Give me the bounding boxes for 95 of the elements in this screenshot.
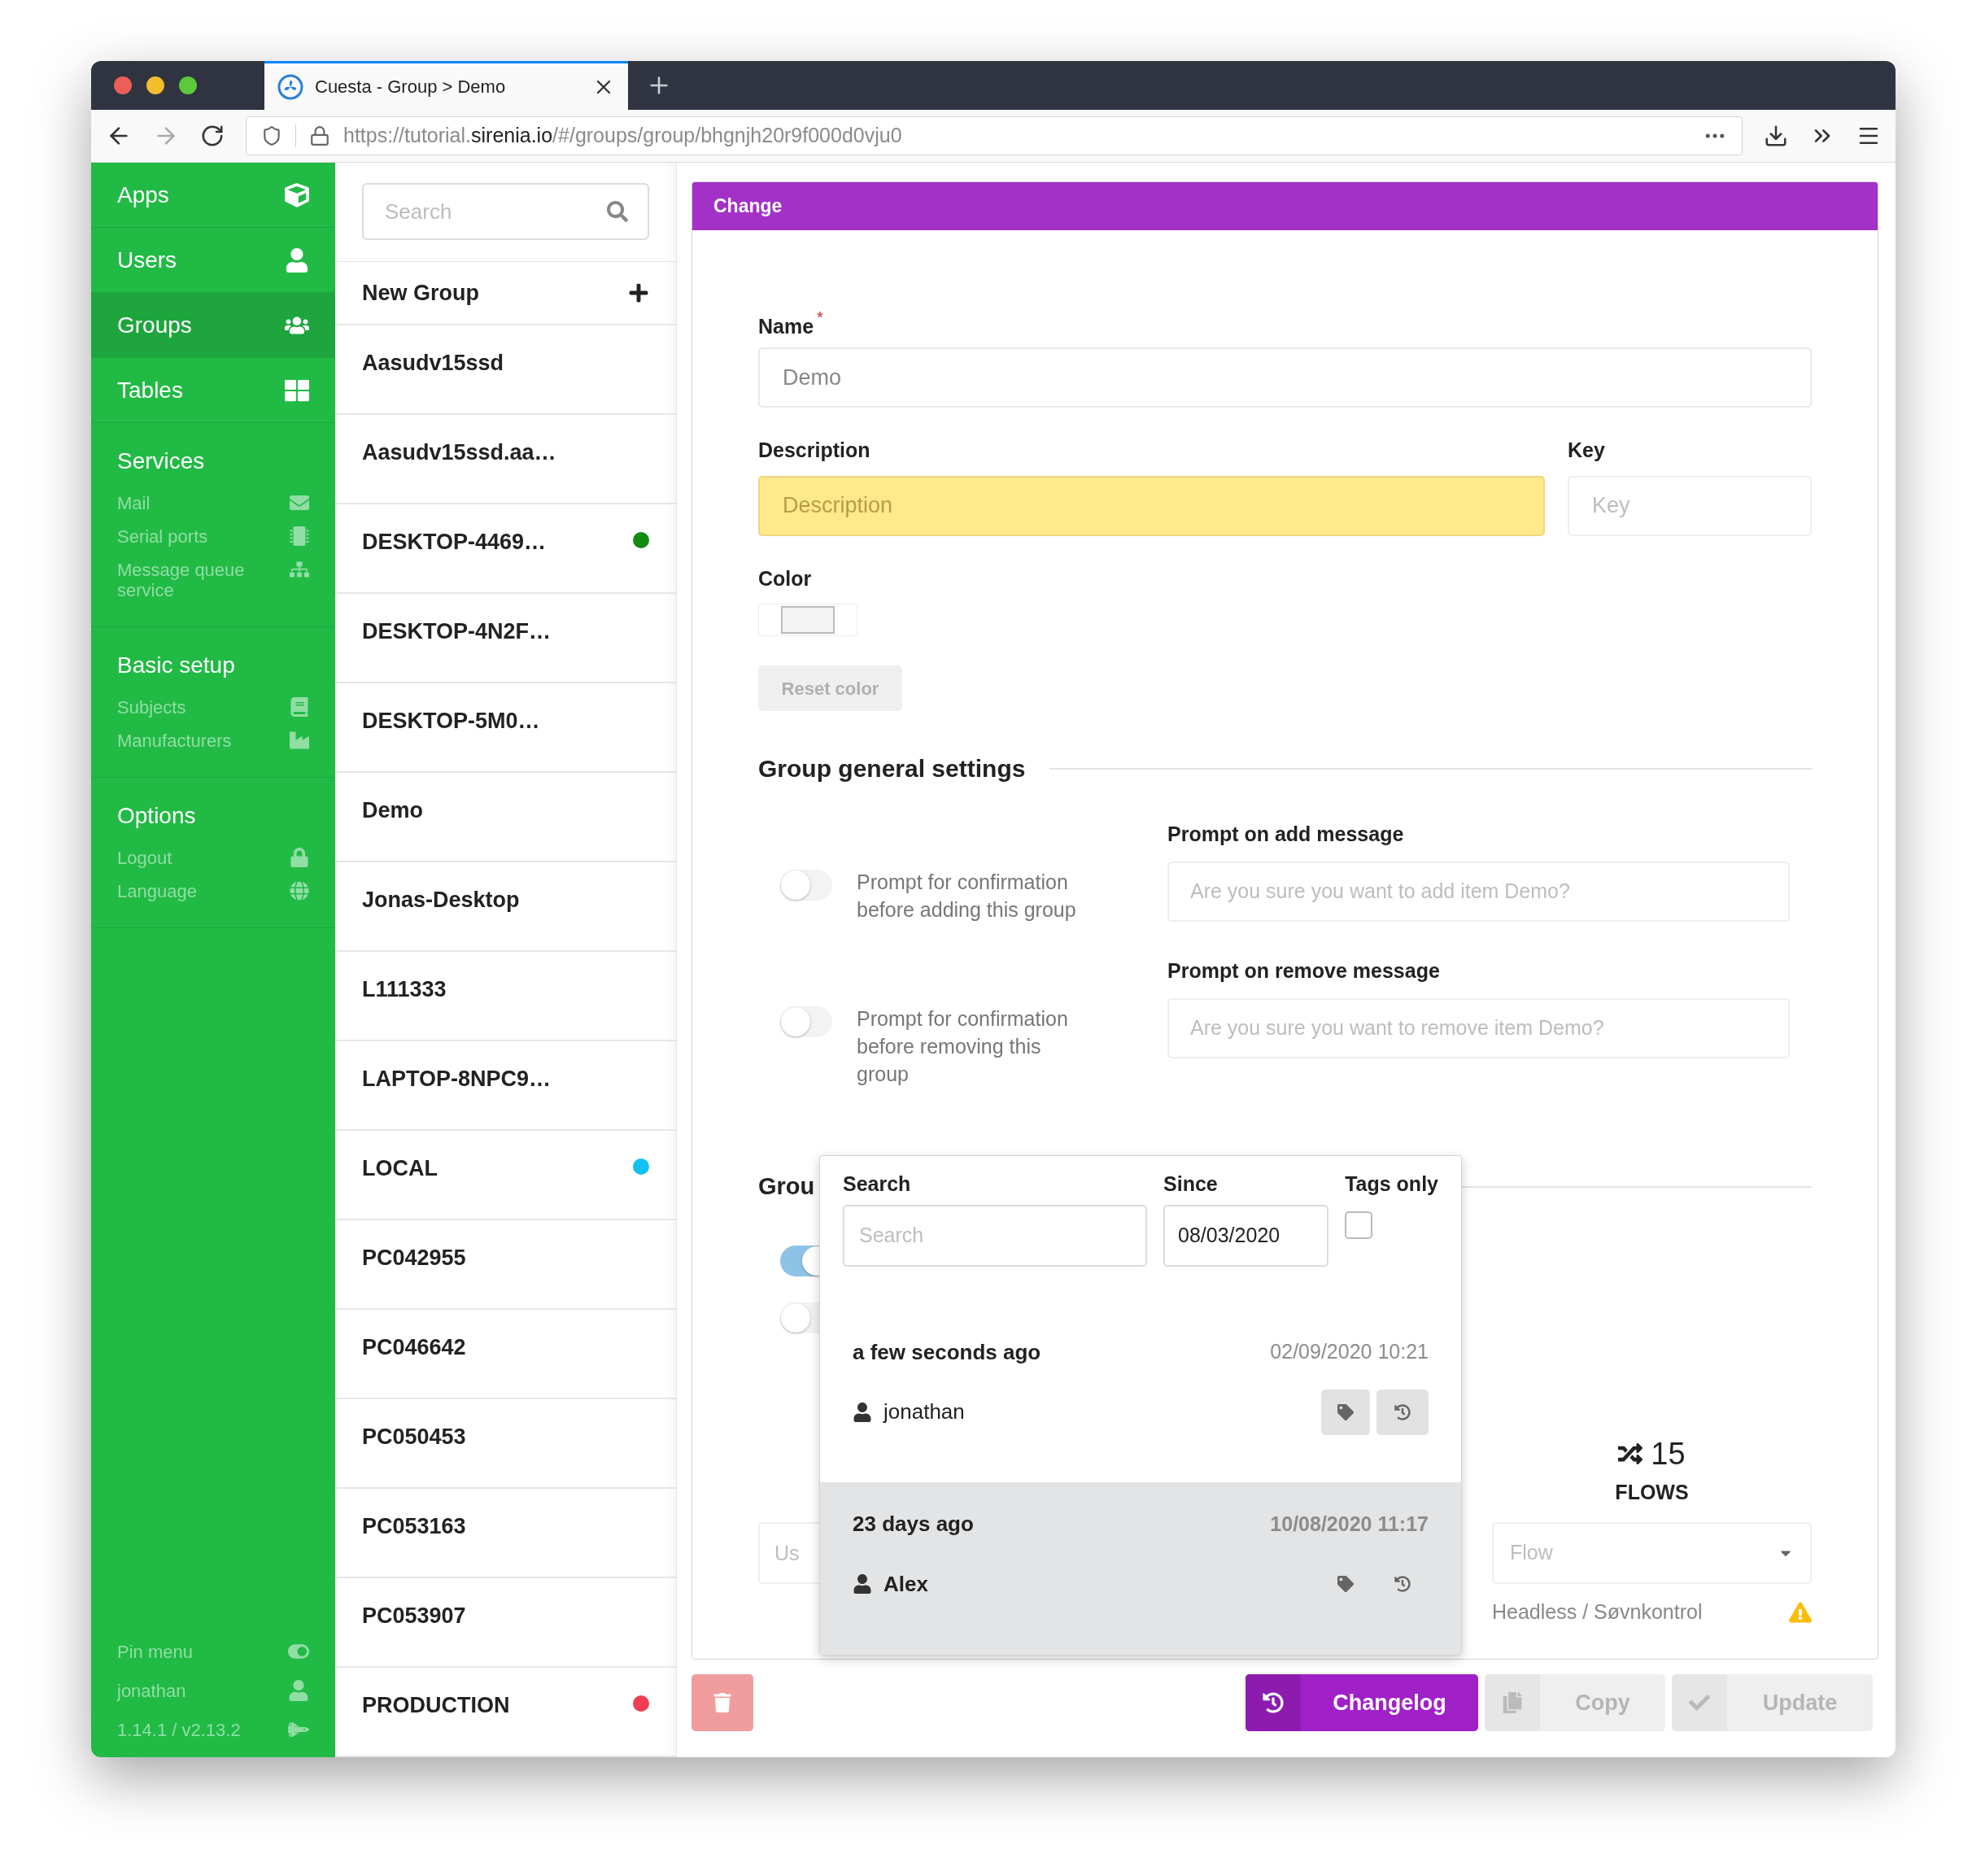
history-icon bbox=[1263, 1692, 1284, 1713]
field-label: Since bbox=[1163, 1171, 1219, 1197]
group-list-item[interactable]: PC050453 bbox=[335, 1399, 676, 1489]
user-icon bbox=[853, 1402, 872, 1422]
toggle-switch[interactable] bbox=[780, 870, 832, 901]
user-name: jonathan bbox=[883, 1398, 965, 1426]
address-bar[interactable]: https://tutorial.sirenia.io/#/groups/group/bhgnjh20r9f000d0vju0 bbox=[246, 116, 1743, 155]
changelog-entry[interactable]: a few seconds ago 02/09/2020 10:21 jonathan bbox=[820, 1310, 1461, 1483]
book-icon bbox=[290, 697, 309, 717]
tab-title: Cuesta - Group > Demo bbox=[315, 76, 507, 98]
section-heading: Basic setup bbox=[116, 652, 236, 679]
field-label: Search bbox=[843, 1171, 912, 1197]
shield-icon bbox=[261, 125, 282, 146]
user-name: Alex bbox=[883, 1570, 928, 1598]
check-icon bbox=[1689, 1692, 1710, 1713]
browser-tab[interactable]: Cuesta - Group > Demo bbox=[264, 61, 628, 110]
factory-icon bbox=[290, 731, 309, 750]
trash-icon bbox=[713, 1693, 732, 1712]
date-field[interactable]: 08/03/2020 bbox=[1163, 1204, 1329, 1267]
section-title: Grou bbox=[758, 1172, 815, 1201]
user-icon bbox=[853, 1574, 872, 1595]
key-field[interactable]: Key bbox=[1568, 475, 1812, 536]
field-label: Color bbox=[758, 565, 813, 591]
group-list-item[interactable]: LOCAL bbox=[335, 1131, 676, 1220]
group-list-item[interactable]: PC042955 bbox=[335, 1220, 676, 1310]
fan-logo-icon bbox=[277, 73, 303, 100]
user-icon bbox=[285, 247, 309, 273]
toggle-label: Prompt for confirmation before removing this group bbox=[857, 1006, 1069, 1087]
user-icon bbox=[288, 1680, 309, 1701]
new-group-item[interactable]: New Group bbox=[335, 261, 676, 325]
history-icon bbox=[1394, 1576, 1411, 1593]
section-title: Group general settings bbox=[758, 754, 1026, 783]
group-list-item[interactable]: DESKTOP-5M0… bbox=[335, 683, 676, 773]
group-list-item[interactable]: PC053907 bbox=[335, 1578, 676, 1668]
toggle-label: Prompt for confirmation before adding this group bbox=[857, 870, 1077, 923]
changelog-entry[interactable]: 23 days ago 10/08/2020 11:17 Alex bbox=[820, 1482, 1461, 1655]
history-icon bbox=[1394, 1403, 1411, 1420]
globe-icon bbox=[290, 881, 309, 901]
field-label: Key bbox=[1568, 438, 1606, 463]
flows-count: 15 bbox=[1651, 1435, 1686, 1472]
card-header: Change bbox=[692, 182, 1878, 230]
envelope-icon bbox=[290, 493, 309, 513]
description-field[interactable]: Description bbox=[758, 475, 1545, 536]
timestamp: 10/08/2020 11:17 bbox=[1270, 1512, 1429, 1538]
changelog-button[interactable]: Changelog bbox=[1246, 1674, 1478, 1731]
grid-icon bbox=[285, 377, 309, 403]
search-field[interactable]: Search bbox=[362, 183, 649, 241]
group-list-item[interactable]: DESKTOP-4N2F… bbox=[335, 594, 676, 683]
relative-time: 23 days ago bbox=[853, 1511, 974, 1538]
field-label: Prompt on add message bbox=[1167, 822, 1405, 847]
group-list-item[interactable]: PC053163 bbox=[335, 1489, 676, 1578]
field-label: Name bbox=[758, 314, 814, 339]
required-mark: * bbox=[817, 312, 823, 323]
group-list-item[interactable]: LAPTOP-8NPC9… bbox=[335, 1041, 676, 1131]
flow-item: Headless / Søvnkontrol bbox=[1492, 1599, 1703, 1625]
group-list-item[interactable]: Demo bbox=[335, 773, 676, 862]
warning-icon bbox=[1789, 1600, 1812, 1624]
copy-icon bbox=[1502, 1692, 1523, 1713]
lock-icon bbox=[290, 848, 309, 867]
group-list-item[interactable]: L111333 bbox=[335, 952, 676, 1041]
flows-label: FLOWS bbox=[1615, 1479, 1689, 1505]
search-field[interactable]: Search bbox=[843, 1204, 1148, 1267]
group-list-item[interactable]: DESKTOP-4469… bbox=[335, 504, 676, 594]
restore-button[interactable] bbox=[1376, 1389, 1429, 1435]
group-list-item[interactable]: Aasudv15ssd.aa… bbox=[335, 415, 676, 504]
group-list-item[interactable]: Jonas-Desktop bbox=[335, 862, 676, 952]
timestamp: 02/09/2020 10:21 bbox=[1270, 1339, 1429, 1365]
relative-time: a few seconds ago bbox=[853, 1338, 1041, 1366]
cube-icon bbox=[285, 182, 309, 207]
tag-button[interactable] bbox=[1321, 1389, 1370, 1435]
field-label: Tags only bbox=[1345, 1171, 1438, 1197]
sitemap-icon bbox=[290, 560, 309, 579]
message-field[interactable]: Are you sure you want to remove item Demo? bbox=[1167, 997, 1790, 1058]
message-field[interactable]: Are you sure you want to add item Demo? bbox=[1167, 861, 1790, 922]
group-list-item[interactable]: PRODUCTION bbox=[335, 1668, 676, 1757]
group-list-item[interactable]: PC046642 bbox=[335, 1310, 676, 1399]
tag-icon bbox=[1337, 1403, 1354, 1420]
search-icon bbox=[607, 201, 628, 223]
section-heading: Services bbox=[116, 447, 206, 475]
section-heading: Options bbox=[116, 802, 197, 830]
toggle-switch[interactable] bbox=[780, 1006, 832, 1037]
lock-icon bbox=[309, 125, 330, 146]
field-label: Description bbox=[758, 438, 871, 463]
checkbox[interactable] bbox=[1345, 1211, 1373, 1239]
group-list-item[interactable]: Aasudv15ssd bbox=[335, 325, 676, 415]
chip-icon bbox=[290, 526, 309, 546]
reload-icon[interactable] bbox=[200, 124, 225, 148]
name-field[interactable]: Demo bbox=[758, 347, 1812, 408]
shuffle-icon bbox=[1618, 1442, 1643, 1466]
url-text: https://tutorial.sirenia.io/#/groups/group/bhgnjh20r9f000d0vju0 bbox=[343, 123, 903, 149]
field-label: Prompt on remove message bbox=[1167, 958, 1441, 984]
tag-icon bbox=[1337, 1576, 1354, 1593]
color-picker[interactable] bbox=[758, 604, 857, 636]
download-icon[interactable] bbox=[1764, 124, 1788, 148]
plus-icon bbox=[628, 281, 649, 303]
